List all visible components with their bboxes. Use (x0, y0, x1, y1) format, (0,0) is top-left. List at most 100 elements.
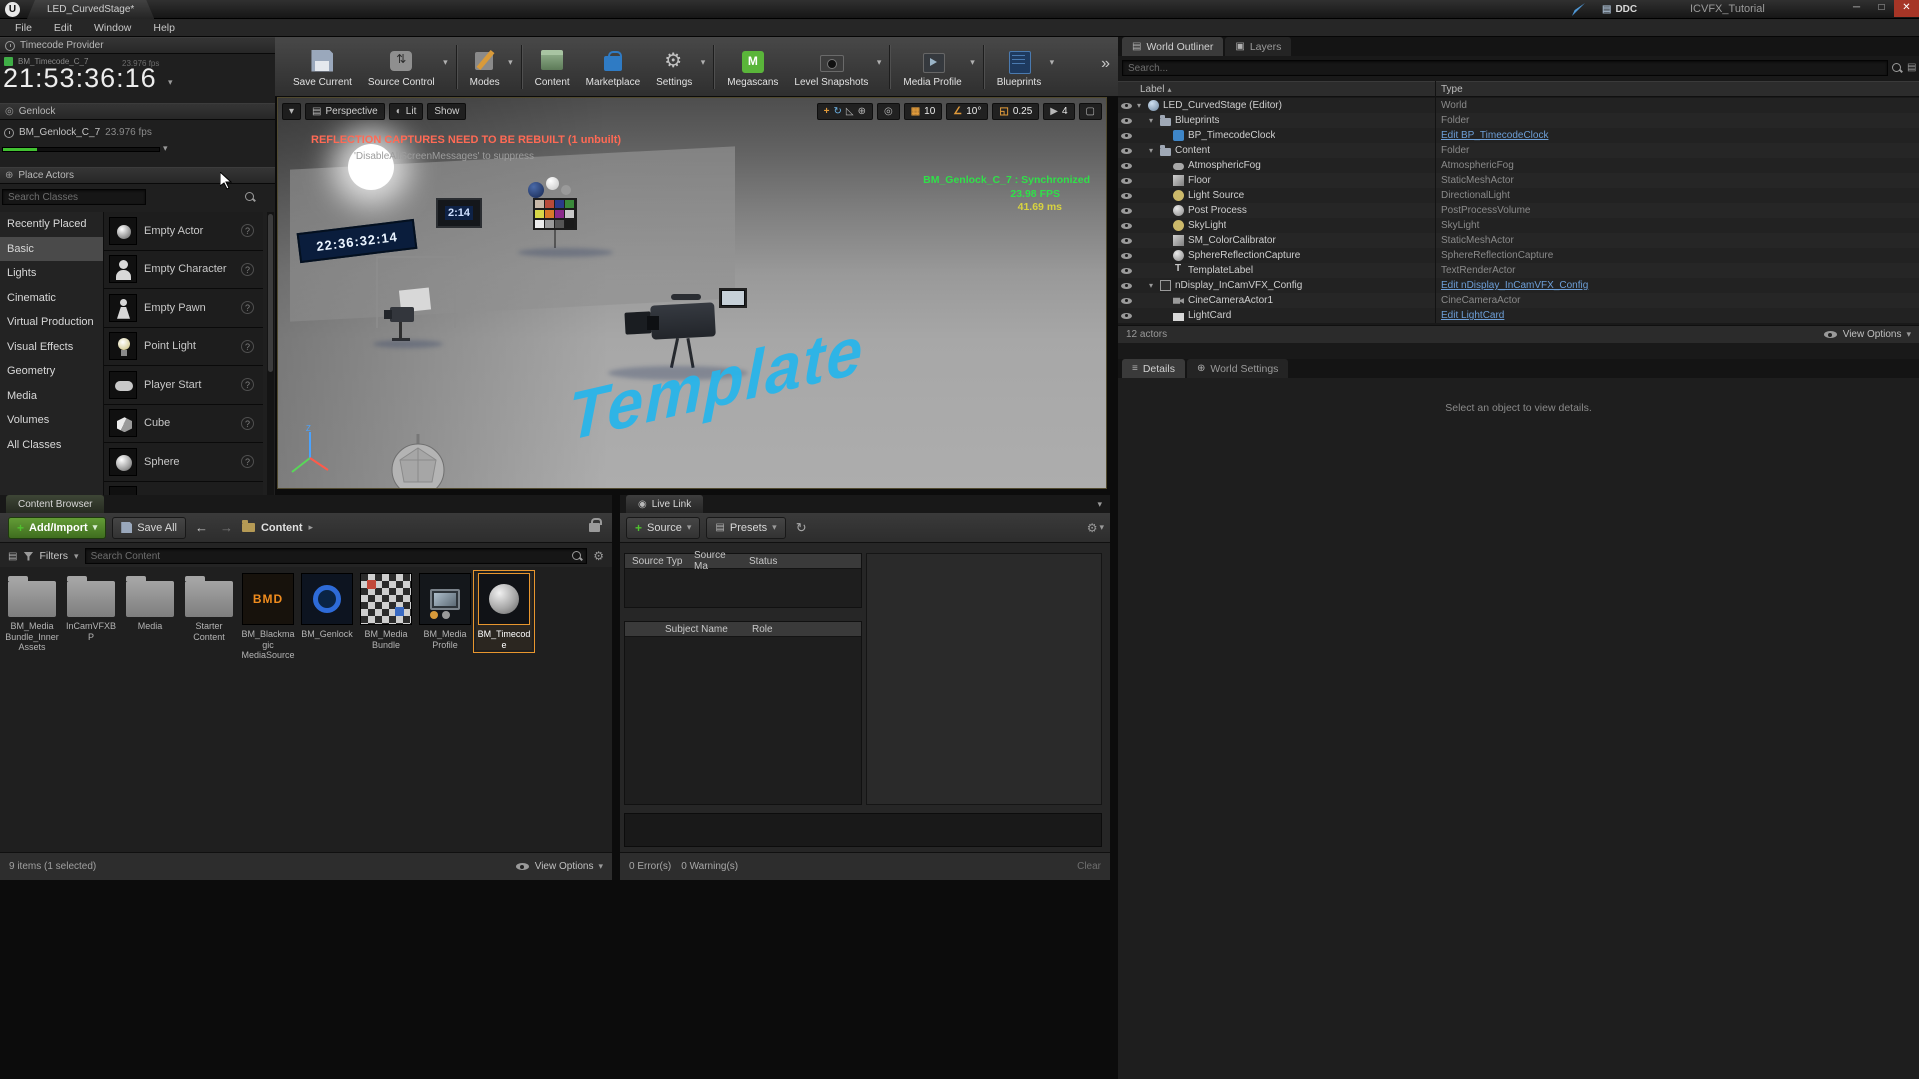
media-profile-button[interactable]: ▾Media Profile (895, 44, 977, 90)
category-media[interactable]: Media (0, 384, 103, 409)
expander-caret-icon[interactable]: ▾ (1149, 116, 1159, 125)
scrollbar-thumb[interactable] (268, 214, 273, 372)
outliner-row[interactable]: ▾LED_CurvedStage (Editor)World (1118, 98, 1919, 113)
dropdown-caret-icon[interactable]: ▾ (970, 57, 975, 68)
dropdown-caret-icon[interactable]: ▾ (701, 57, 706, 68)
outliner-row[interactable]: FloorStaticMeshActor (1118, 173, 1919, 188)
view-options-button[interactable]: View Options▾ (516, 861, 603, 872)
subject-list[interactable]: Subject Name Role (624, 621, 862, 805)
tab-live-link[interactable]: ◉Live Link (626, 495, 703, 513)
toolbar-overflow-chevron[interactable]: » (1101, 55, 1110, 73)
outliner-row[interactable]: SphereReflectionCaptureSphereReflectionC… (1118, 248, 1919, 263)
scale-tool-icon[interactable]: ◺ (846, 106, 854, 117)
level-viewport[interactable]: 22:36:32:14 2:14 (277, 97, 1107, 489)
tab-world-outliner[interactable]: ▤World Outliner (1122, 37, 1223, 56)
gear-icon[interactable]: ⚙ (593, 549, 604, 563)
rotation-snap-control[interactable]: ∠10° (946, 103, 988, 120)
visibility-eye-icon[interactable] (1118, 143, 1135, 158)
category-cinematic[interactable]: Cinematic (0, 286, 103, 311)
tab-details[interactable]: ≡Details (1122, 359, 1185, 378)
category-volumes[interactable]: Volumes (0, 408, 103, 433)
source-list[interactable]: Source Typ Source Ma Status (624, 553, 862, 608)
dropdown-caret-icon[interactable]: ▾ (443, 57, 448, 68)
category-geometry[interactable]: Geometry (0, 359, 103, 384)
edit-blueprint-link[interactable]: Edit BP_TimecodeClock (1441, 128, 1915, 143)
list-item[interactable]: Sphere (104, 443, 263, 482)
lock-icon[interactable] (589, 523, 600, 532)
clear-button[interactable]: Clear (1077, 861, 1101, 872)
filter-funnel-icon[interactable] (23, 552, 33, 561)
list-item[interactable]: Empty Actor (104, 212, 263, 251)
close-button[interactable]: ✕ (1894, 0, 1919, 17)
blueprints-button[interactable]: ▾Blueprints (989, 44, 1057, 90)
visibility-eye-icon[interactable] (1118, 158, 1135, 173)
tab-layers[interactable]: ▣Layers (1225, 37, 1291, 56)
outliner-row[interactable]: BP_TimecodeClockEdit BP_TimecodeClock (1118, 128, 1919, 143)
path-expand-caret-icon[interactable]: ▸ (309, 522, 314, 533)
grid-snap-control[interactable]: ▦10 (904, 103, 943, 120)
outliner-row[interactable]: AtmosphericFogAtmosphericFog (1118, 158, 1919, 173)
genlock-dropdown-caret-icon[interactable]: ▾ (163, 143, 168, 154)
world-space-toggle-icon[interactable]: ⊕ (858, 106, 866, 117)
show-flags-button[interactable]: Show (427, 103, 466, 120)
maximize-viewport-button[interactable]: ▢ (1079, 103, 1102, 120)
menu-help[interactable]: Help (142, 19, 186, 37)
label-column-header[interactable]: Label (1118, 84, 1164, 95)
column-source-type[interactable]: Source Typ (625, 556, 687, 567)
minimize-button[interactable]: ─ (1844, 0, 1869, 17)
list-item[interactable]: Player Start (104, 366, 263, 405)
search-content-input[interactable] (85, 548, 588, 564)
outliner-row[interactable]: ▾BlueprintsFolder (1118, 113, 1919, 128)
tab-world-settings[interactable]: ⊕World Settings (1187, 359, 1288, 378)
visibility-eye-icon[interactable] (1118, 173, 1135, 188)
visibility-eye-icon[interactable] (1118, 308, 1135, 323)
ddc-indicator[interactable]: ▤DDC (1602, 0, 1637, 19)
marketplace-button[interactable]: Marketplace (578, 44, 648, 90)
list-item[interactable]: Point Light (104, 328, 263, 367)
sources-toggle-icon[interactable]: ▤ (8, 551, 17, 562)
dropdown-caret-icon[interactable]: ▾ (1050, 57, 1055, 68)
list-item[interactable]: Empty Pawn (104, 289, 263, 328)
folder-item[interactable]: BM_Media Bundle_Inner Assets (4, 573, 60, 653)
visibility-eye-icon[interactable] (1118, 203, 1135, 218)
outliner-row[interactable]: ▾nDisplay_InCamVFX_ConfigEdit nDisplay_I… (1118, 278, 1919, 293)
translate-tool-icon[interactable]: + (824, 106, 830, 117)
dropdown-caret-icon[interactable]: ▾ (877, 57, 882, 68)
megascans-button[interactable]: Megascans (719, 44, 786, 90)
category-all-classes[interactable]: All Classes (0, 433, 103, 458)
type-column-header[interactable]: Type (1441, 84, 1463, 95)
scale-snap-control[interactable]: ◱0.25 (992, 103, 1039, 120)
level-tab[interactable]: LED_CurvedStage* (27, 0, 154, 19)
timecode-provider-header[interactable]: Timecode Provider (0, 37, 275, 54)
category-virtual-production[interactable]: Virtual Production (0, 310, 103, 335)
outliner-row[interactable]: ▾ContentFolder (1118, 143, 1919, 158)
asset-item[interactable]: BM_Genlock (299, 573, 355, 640)
tab-content-browser[interactable]: Content Browser (6, 495, 104, 513)
column-status[interactable]: Status (742, 556, 777, 567)
visibility-eye-icon[interactable] (1118, 293, 1135, 308)
source-control-button[interactable]: ▾Source Control (360, 44, 451, 90)
outliner-row[interactable]: Light SourceDirectionalLight (1118, 188, 1919, 203)
back-button[interactable]: ← (192, 520, 211, 535)
menu-file[interactable]: File (4, 19, 43, 37)
camera-speed-control[interactable]: ▶4 (1043, 103, 1074, 120)
folder-item[interactable]: Starter Content (181, 573, 237, 642)
place-actors-header[interactable]: ⊕ Place Actors (0, 167, 275, 184)
visibility-eye-icon[interactable] (1118, 218, 1135, 233)
visibility-eye-icon[interactable] (1118, 278, 1135, 293)
add-source-button[interactable]: +Source▾ (626, 517, 700, 539)
live-link-settings-button[interactable]: ⚙▾ (1087, 521, 1104, 535)
asset-item[interactable]: BM_Media Profile (417, 573, 473, 650)
visibility-eye-icon[interactable] (1118, 188, 1135, 203)
modes-button[interactable]: ▾Modes (462, 44, 516, 90)
view-options-button[interactable]: View Options▾ (1824, 329, 1911, 340)
place-actors-scrollbar[interactable] (267, 212, 274, 495)
view-mode-selector[interactable]: ◐Lit (389, 103, 424, 120)
asset-item[interactable]: BMDBM_Blackmagic MediaSource (240, 573, 296, 661)
genlock-header[interactable]: ◎ Genlock (0, 103, 275, 120)
save-current-button[interactable]: Save Current (285, 44, 360, 90)
list-item-partial[interactable] (104, 482, 263, 496)
expander-caret-icon[interactable]: ▾ (1137, 101, 1147, 110)
category-basic[interactable]: Basic (0, 237, 103, 262)
search-filter-icon[interactable]: ▤ (1907, 62, 1916, 73)
